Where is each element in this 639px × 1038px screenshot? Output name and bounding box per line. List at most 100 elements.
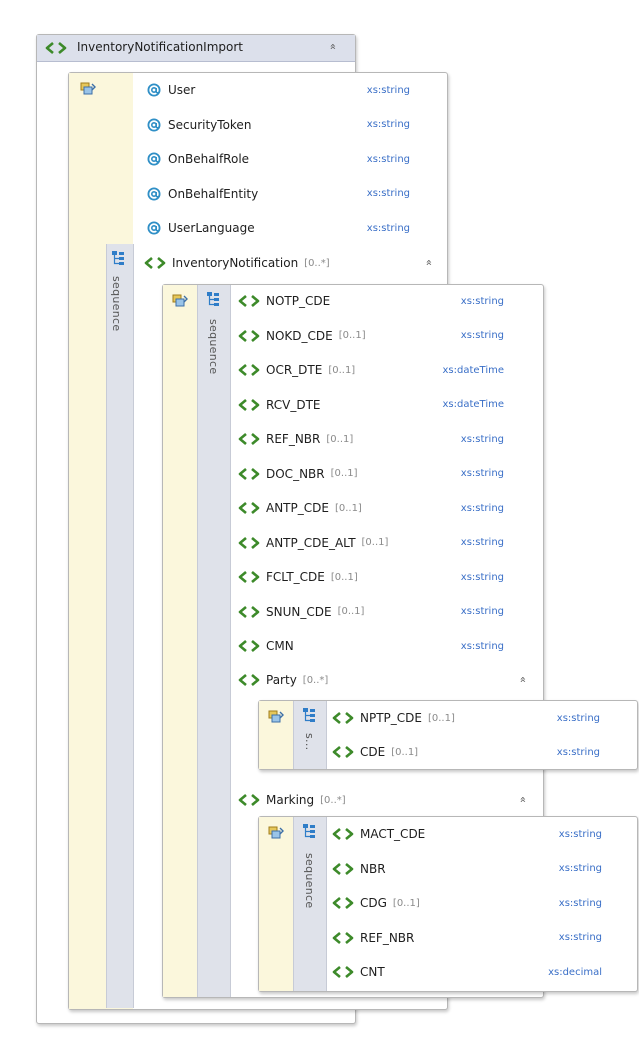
element-icon xyxy=(238,398,260,412)
element-row[interactable]: MACT_CDE xs:string xyxy=(332,824,628,844)
element-icon xyxy=(238,639,260,653)
element-row[interactable]: FCLT_CDE [0..1] xs:string xyxy=(238,567,530,587)
element-occurs: [0..1] xyxy=(391,746,419,758)
element-row[interactable]: REF_NBR xs:string xyxy=(332,928,628,948)
element-icon xyxy=(238,673,260,687)
collapse-icon[interactable]: » xyxy=(516,796,529,803)
element-name: DOC_NBR xyxy=(266,466,325,481)
element-occurs: [0..1] xyxy=(326,433,354,445)
element-occurs: [0..1] xyxy=(337,606,365,617)
element-icon xyxy=(238,363,260,377)
marking-sequence-label: sequence xyxy=(303,853,316,909)
element-icon xyxy=(332,827,354,841)
complex-type-icon xyxy=(79,81,97,97)
attribute-name: OnBehalfEntity xyxy=(168,186,259,201)
sequence-icon xyxy=(111,250,125,266)
element-name: CNT xyxy=(360,965,385,979)
type-label: xs:string xyxy=(366,84,410,96)
element-icon xyxy=(45,41,67,55)
type-label: xs:string xyxy=(460,537,504,548)
collapse-icon[interactable]: » xyxy=(516,676,529,683)
element-name: RCV_DTE xyxy=(266,397,321,412)
element-icon xyxy=(332,965,354,979)
root-element-name: InventoryNotificationImport xyxy=(77,40,243,54)
element-name: FCLT_CDE xyxy=(266,570,325,584)
type-label: xs:string xyxy=(558,932,602,943)
element-row[interactable]: NBR xs:string xyxy=(332,859,628,879)
type-label: xs:dateTime xyxy=(442,399,504,410)
element-occurs: [0..*] xyxy=(302,674,329,686)
element-row[interactable]: CNT xs:decimal xyxy=(332,962,628,982)
party-row[interactable]: Party [0..*] » xyxy=(238,670,530,690)
type-label: xs:string xyxy=(460,502,504,514)
element-icon xyxy=(332,745,354,759)
element-occurs: [0..1] xyxy=(361,537,389,548)
attribute-row[interactable]: UserLanguage xs:string xyxy=(146,218,436,238)
element-occurs: [0..1] xyxy=(328,364,356,376)
type-label: xs:string xyxy=(366,119,410,130)
marking-row[interactable]: Marking [0..*] » xyxy=(238,790,530,810)
element-row[interactable]: CMN xs:string xyxy=(238,636,530,656)
type-label: xs:string xyxy=(460,330,504,341)
element-icon xyxy=(238,536,260,550)
complex-type-icon xyxy=(267,825,285,841)
element-name: NBR xyxy=(360,861,386,876)
outer-sequence-label: sequence xyxy=(110,276,123,332)
element-occurs: [0..*] xyxy=(304,257,330,269)
element-row[interactable]: NOKD_CDE [0..1] xs:string xyxy=(238,326,530,346)
attribute-icon xyxy=(146,151,162,167)
root-element-header[interactable]: InventoryNotificationImport » xyxy=(37,35,355,62)
type-label: xs:string xyxy=(460,295,504,307)
element-occurs: [0..1] xyxy=(330,571,358,583)
element-row[interactable]: DOC_NBR [0..1] xs:string xyxy=(238,464,530,484)
type-label: xs:string xyxy=(558,863,602,874)
element-row[interactable]: NPTP_CDE [0..1] xs:string xyxy=(332,708,628,728)
attribute-row[interactable]: SecurityToken xs:string xyxy=(146,115,436,135)
element-occurs: [0..1] xyxy=(330,468,358,479)
type-label: xs:string xyxy=(556,746,600,758)
type-label: xs:string xyxy=(460,571,504,583)
element-row[interactable]: CDE [0..1] xs:string xyxy=(332,742,628,762)
sequence-icon xyxy=(302,707,316,723)
type-label: xs:string xyxy=(366,153,410,165)
complex-type-strip xyxy=(259,817,293,991)
element-icon xyxy=(238,570,260,584)
element-name: REF_NBR xyxy=(266,432,321,446)
element-icon xyxy=(238,432,260,446)
attribute-icon xyxy=(146,82,162,98)
collapse-icon[interactable]: » xyxy=(326,43,339,50)
element-icon xyxy=(238,605,260,619)
element-name: SNUN_CDE xyxy=(266,604,332,619)
element-row[interactable]: NOTP_CDE xs:string xyxy=(238,291,530,311)
element-icon xyxy=(332,862,354,876)
element-name: MACT_CDE xyxy=(360,827,426,841)
inventory-notification-row[interactable]: InventoryNotification [0..*] » xyxy=(144,253,436,273)
attribute-name: SecurityToken xyxy=(168,117,252,132)
element-name: CDE xyxy=(360,745,386,759)
element-icon xyxy=(332,896,354,910)
element-row[interactable]: RCV_DTE xs:dateTime xyxy=(238,395,530,415)
element-occurs: [0..1] xyxy=(392,897,420,909)
attribute-row[interactable]: OnBehalfRole xs:string xyxy=(146,149,436,169)
type-label: xs:string xyxy=(366,188,410,199)
element-name: CDG xyxy=(360,896,387,910)
element-row[interactable]: CDG [0..1] xs:string xyxy=(332,893,628,913)
element-occurs: [0..1] xyxy=(427,712,455,724)
outer-sequence-bar xyxy=(106,244,134,1008)
element-row[interactable]: SNUN_CDE [0..1] xs:string xyxy=(238,602,530,622)
element-icon xyxy=(238,329,260,343)
element-row[interactable]: REF_NBR [0..1] xs:string xyxy=(238,429,530,449)
attribute-row[interactable]: OnBehalfEntity xs:string xyxy=(146,184,436,204)
collapse-icon[interactable]: » xyxy=(422,259,435,266)
sequence-icon xyxy=(206,291,220,307)
element-name: NPTP_CDE xyxy=(360,711,422,725)
attribute-name: UserLanguage xyxy=(168,221,255,235)
element-icon xyxy=(332,711,354,725)
attribute-row[interactable]: User xs:string xyxy=(146,80,436,100)
inventory-sequence-bar xyxy=(197,285,231,997)
element-row[interactable]: OCR_DTE [0..1] xs:dateTime xyxy=(238,360,530,380)
type-label: xs:string xyxy=(556,712,600,724)
attribute-icon xyxy=(146,220,162,236)
element-row[interactable]: ANTP_CDE_ALT [0..1] xs:string xyxy=(238,533,530,553)
element-row[interactable]: ANTP_CDE [0..1] xs:string xyxy=(238,498,530,518)
